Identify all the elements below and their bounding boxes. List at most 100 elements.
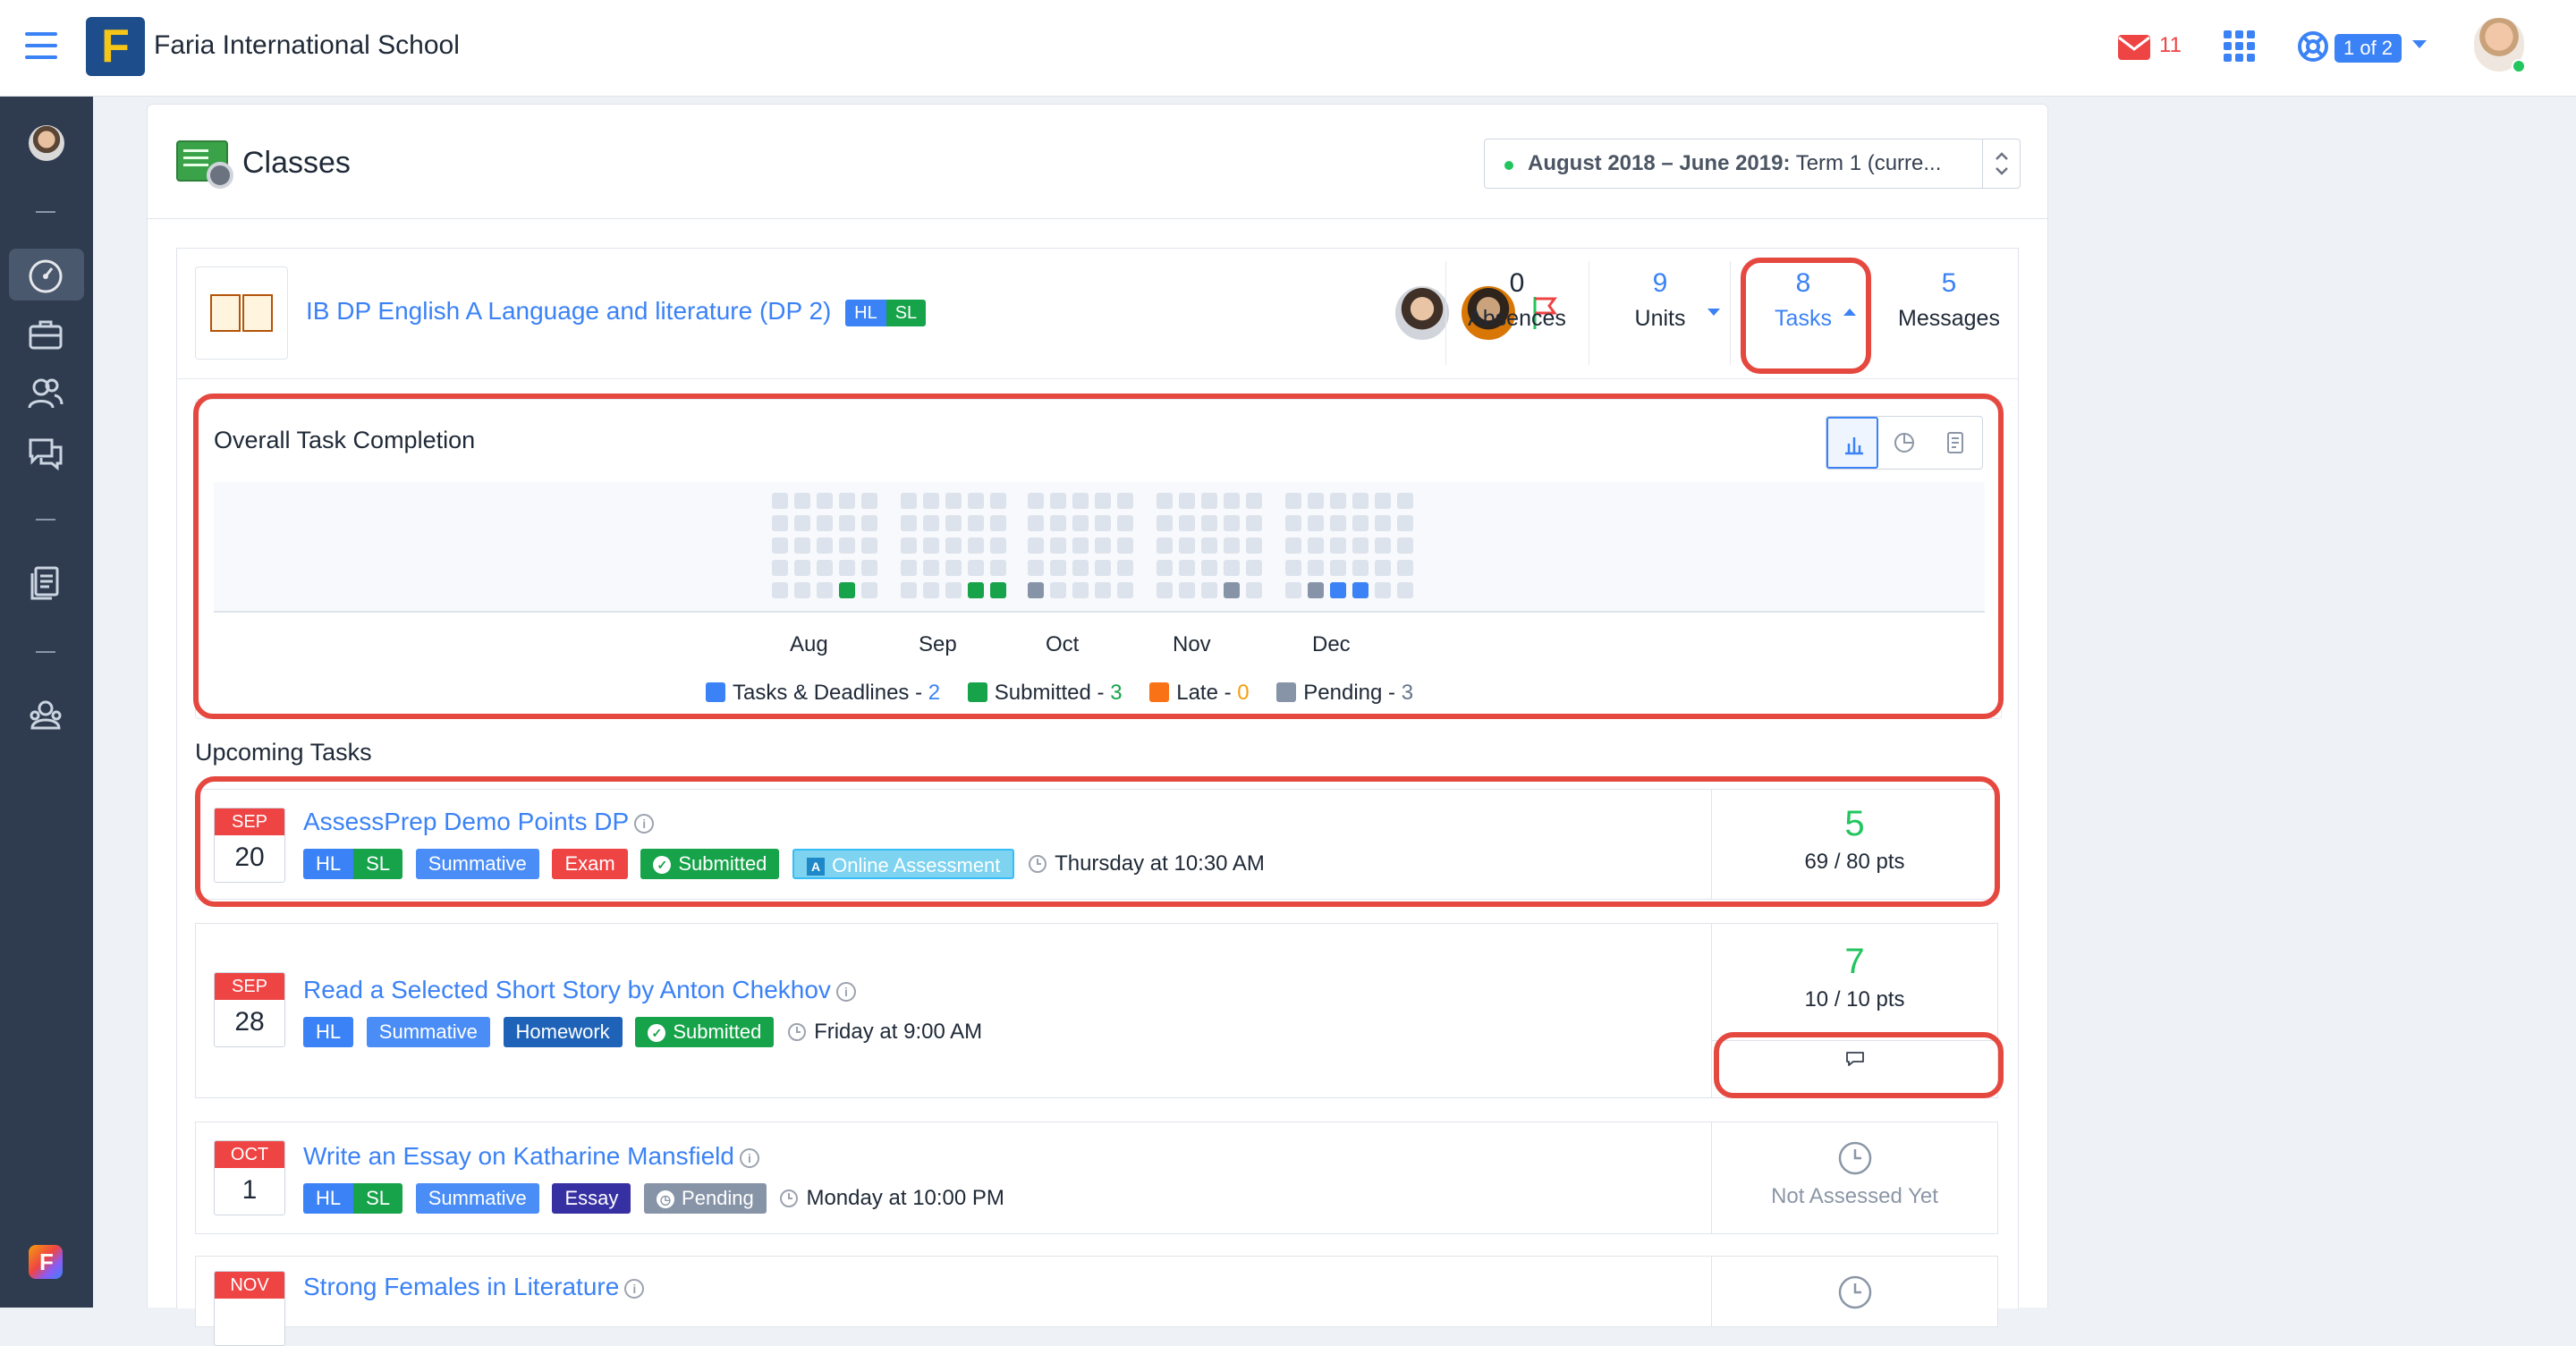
teacher-avatar[interactable] bbox=[1394, 284, 1451, 342]
task-day: 1 bbox=[242, 1175, 258, 1205]
grid-cell bbox=[1352, 560, 1368, 576]
task-row[interactable]: SEP 20 AssessPrep Demo Points DP i HL SL S… bbox=[195, 789, 1998, 900]
sidebar-divider bbox=[36, 519, 55, 521]
grid-cell bbox=[772, 560, 788, 576]
grid-cell bbox=[1375, 493, 1391, 509]
list-view-button[interactable] bbox=[1930, 417, 1982, 469]
document-list-icon bbox=[1947, 432, 1963, 453]
grid-cell-submitted[interactable] bbox=[839, 582, 855, 598]
task-title-link[interactable]: AssessPrep Demo Points DP i bbox=[303, 808, 655, 836]
grid-cell bbox=[1050, 560, 1066, 576]
info-icon[interactable]: i bbox=[739, 1148, 759, 1168]
grid-cell bbox=[1330, 493, 1346, 509]
task-score[interactable]: 7 10 / 10 pts bbox=[1711, 924, 1998, 1097]
grid-cell bbox=[1397, 582, 1413, 598]
grid-cell bbox=[1375, 560, 1391, 576]
pie-chart-view-button[interactable] bbox=[1878, 417, 1930, 469]
task-tags: HL Summative Homework ✓ Submitted Friday … bbox=[303, 1017, 982, 1047]
grid-cell bbox=[945, 560, 962, 576]
task-row[interactable]: NOV Strong Females in Literature i bbox=[195, 1256, 1998, 1346]
grid-cell bbox=[1308, 493, 1324, 509]
grid-cell bbox=[1246, 560, 1262, 576]
grid-cell bbox=[1224, 515, 1240, 531]
term-select[interactable]: August 2018 – June 2019: Term 1 (curre..… bbox=[1484, 139, 2021, 189]
grid-cell bbox=[1072, 493, 1089, 509]
grid-cell bbox=[1117, 493, 1133, 509]
task-title-link[interactable]: Strong Females in Literature i bbox=[303, 1273, 645, 1301]
sidebar-divider bbox=[36, 211, 55, 213]
upcoming-tasks-heading: Upcoming Tasks bbox=[195, 739, 372, 766]
sidebar-item-portfolio[interactable] bbox=[9, 308, 84, 360]
sidebar-item-documents[interactable] bbox=[9, 556, 84, 608]
grid-cell-tasks[interactable] bbox=[1352, 582, 1368, 598]
info-icon[interactable]: i bbox=[624, 1279, 645, 1299]
hamburger-menu-icon[interactable] bbox=[25, 32, 57, 59]
legend-pending: Pending - 3 bbox=[1276, 681, 1413, 706]
bar-chart-icon bbox=[1845, 437, 1863, 455]
mail-count-badge[interactable]: 11 bbox=[2159, 33, 2182, 58]
task-score[interactable]: Not Assessed Yet bbox=[1711, 1122, 1997, 1233]
grid-cell bbox=[1157, 560, 1173, 576]
school-name[interactable]: Faria International School bbox=[154, 30, 460, 61]
class-book-image[interactable] bbox=[195, 267, 288, 360]
grid-cell bbox=[923, 582, 939, 598]
task-score[interactable]: 5 69 / 80 pts bbox=[1711, 790, 1997, 899]
stat-units[interactable]: 9 Units bbox=[1597, 249, 1723, 377]
info-icon[interactable]: i bbox=[634, 814, 655, 834]
grid-cell-pending[interactable] bbox=[1224, 582, 1240, 598]
tag-hl: HL bbox=[303, 1183, 354, 1214]
task-row[interactable]: SEP 28 Read a Selected Short Story by An… bbox=[195, 923, 1998, 1098]
sidebar-item-dashboard[interactable] bbox=[9, 249, 84, 301]
grid-cell bbox=[1285, 515, 1301, 531]
task-score[interactable] bbox=[1711, 1257, 1997, 1326]
legend-late: Late - 0 bbox=[1149, 681, 1250, 706]
clock-icon bbox=[1838, 1275, 1871, 1309]
online-status-dot bbox=[2512, 59, 2526, 73]
help-lifebuoy-icon[interactable] bbox=[2297, 30, 2329, 63]
stat-absences[interactable]: 0 Absences bbox=[1454, 249, 1580, 377]
class-card-header: IB DP English A Language and literature … bbox=[177, 249, 2018, 379]
class-title-link[interactable]: IB DP English A Language and literature … bbox=[306, 297, 927, 326]
school-logo[interactable]: F bbox=[86, 17, 145, 76]
stat-messages[interactable]: 5 Messages bbox=[1882, 249, 2016, 377]
sidebar-item-admin[interactable] bbox=[9, 689, 84, 741]
term-name: Term 1 (curre... bbox=[1790, 151, 1942, 175]
sidebar-item-messages[interactable] bbox=[9, 426, 84, 478]
info-icon[interactable]: i bbox=[835, 982, 856, 1002]
task-title-link[interactable]: Write an Essay on Katharine Mansfield i bbox=[303, 1142, 759, 1171]
tag-summative: Summative bbox=[366, 1017, 490, 1047]
class-title[interactable]: IB DP English A Language and literature … bbox=[306, 297, 831, 325]
pager-badge[interactable]: 1 of 2 bbox=[2334, 34, 2402, 63]
completion-grid-chart bbox=[214, 482, 1985, 613]
task-title-link[interactable]: Read a Selected Short Story by Anton Che… bbox=[303, 976, 856, 1004]
select-spinner-icon[interactable] bbox=[1982, 140, 2020, 188]
faria-app-logo[interactable]: F bbox=[29, 1245, 63, 1279]
grid-cell bbox=[1375, 582, 1391, 598]
task-due-time: Friday at 9:00 AM bbox=[787, 1020, 982, 1045]
grid-cell bbox=[1285, 560, 1301, 576]
apps-grid-icon[interactable] bbox=[2224, 30, 2256, 63]
grid-cell bbox=[794, 560, 810, 576]
mail-icon[interactable] bbox=[2117, 34, 2151, 61]
stat-tasks[interactable]: 8 Tasks bbox=[1741, 249, 1866, 377]
grid-cell-submitted[interactable] bbox=[968, 582, 984, 598]
grid-cell-pending[interactable] bbox=[1308, 582, 1324, 598]
grid-cell bbox=[839, 493, 855, 509]
messages-count: 5 bbox=[1941, 268, 1957, 298]
classes-header: Classes August 2018 – June 2019: Term 1 … bbox=[148, 105, 2047, 219]
comment-button[interactable] bbox=[1712, 1040, 1998, 1076]
grid-cell bbox=[1028, 493, 1044, 509]
tag-online-assessment[interactable]: A Online Assessment bbox=[792, 849, 1015, 879]
page-title: Classes bbox=[242, 146, 351, 180]
tag-submitted: ✓ Submitted bbox=[635, 1017, 775, 1047]
grid-cell-submitted[interactable] bbox=[990, 582, 1006, 598]
chevron-down-icon[interactable] bbox=[2411, 39, 2428, 50]
task-row[interactable]: OCT 1 Write an Essay on Katharine Mansfi… bbox=[195, 1122, 1998, 1234]
grid-cell bbox=[861, 582, 877, 598]
bar-chart-view-button[interactable] bbox=[1826, 417, 1878, 469]
grid-cell-tasks[interactable] bbox=[1330, 582, 1346, 598]
grid-cell-pending[interactable] bbox=[1028, 582, 1044, 598]
sidebar-item-people[interactable] bbox=[9, 367, 84, 419]
sidebar-avatar[interactable] bbox=[29, 125, 64, 161]
grid-cell bbox=[817, 515, 833, 531]
